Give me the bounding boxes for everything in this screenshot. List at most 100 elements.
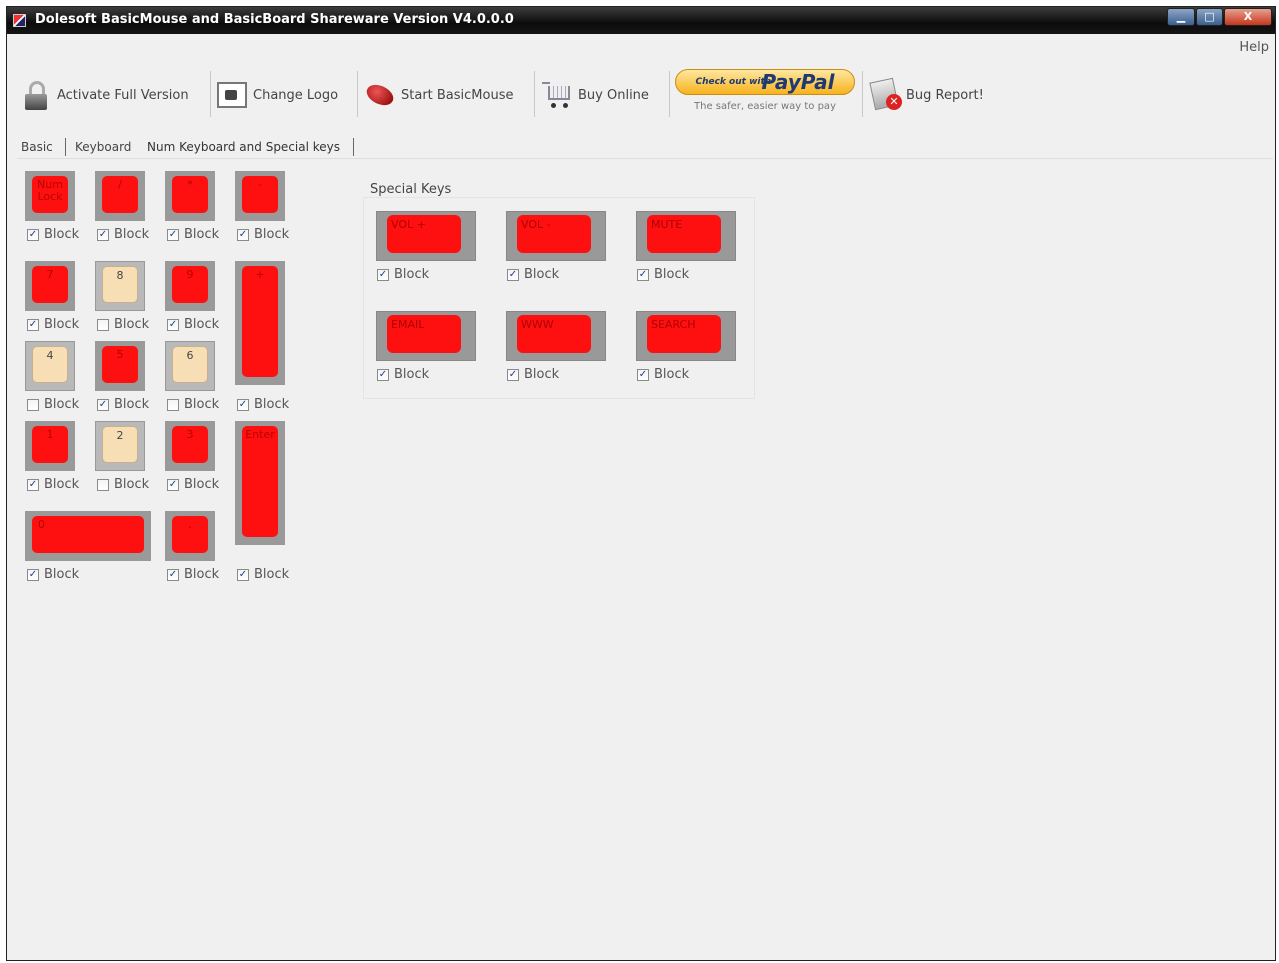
checkbox[interactable]: ✓ bbox=[507, 268, 519, 281]
block-label: Block bbox=[44, 227, 80, 242]
tab-basic[interactable]: Basic bbox=[21, 140, 53, 154]
key-label: VOL - bbox=[517, 215, 591, 253]
checkbox[interactable]: ✓ bbox=[237, 568, 249, 581]
block-checkbox-minus[interactable]: ✓ Block bbox=[237, 227, 289, 242]
checkbox[interactable]: ✓ bbox=[377, 368, 389, 381]
checkbox[interactable] bbox=[27, 398, 39, 411]
block-checkbox-1[interactable]: ✓ Block bbox=[27, 477, 79, 492]
app-window: Dolesoft BasicMouse and BasicBoard Share… bbox=[6, 6, 1276, 961]
block-checkbox-6[interactable]: Block bbox=[167, 397, 219, 412]
checkbox[interactable]: ✓ bbox=[167, 478, 179, 491]
help-menu[interactable]: Help bbox=[1239, 40, 1269, 55]
checkbox[interactable]: ✓ bbox=[27, 568, 39, 581]
key-dot[interactable]: . bbox=[165, 511, 215, 561]
block-checkbox-8[interactable]: Block bbox=[97, 317, 149, 332]
maximize-button[interactable]: □ bbox=[1196, 8, 1223, 26]
checkbox[interactable]: ✓ bbox=[27, 228, 39, 241]
key-5[interactable]: 5 bbox=[95, 341, 145, 391]
key-6[interactable]: 6 bbox=[165, 341, 215, 391]
block-label: Block bbox=[254, 397, 290, 412]
key-vol-up[interactable]: VOL + bbox=[376, 211, 476, 261]
start-basicmouse-button[interactable]: Start BasicMouse bbox=[363, 67, 514, 123]
block-label: Block bbox=[184, 317, 220, 332]
block-checkbox-7[interactable]: ✓ Block bbox=[27, 317, 79, 332]
block-checkbox-search[interactable]: ✓ Block bbox=[637, 367, 689, 382]
block-label: Block bbox=[184, 477, 220, 492]
app-icon bbox=[13, 14, 26, 27]
block-checkbox-www[interactable]: ✓ Block bbox=[507, 367, 559, 382]
block-checkbox-divide[interactable]: ✓ Block bbox=[97, 227, 149, 242]
key-numlock[interactable]: Num Lock bbox=[25, 171, 75, 221]
block-checkbox-email[interactable]: ✓ Block bbox=[377, 367, 429, 382]
block-checkbox-4[interactable]: Block bbox=[27, 397, 79, 412]
tab-keyboard[interactable]: Keyboard bbox=[75, 140, 131, 154]
checkbox[interactable]: ✓ bbox=[167, 228, 179, 241]
mouse-icon bbox=[363, 78, 397, 112]
checkbox[interactable]: ✓ bbox=[167, 568, 179, 581]
buy-online-button[interactable]: Buy Online bbox=[540, 67, 649, 123]
key-divide[interactable]: / bbox=[95, 171, 145, 221]
activate-full-version-button[interactable]: Activate Full Version bbox=[19, 67, 189, 123]
key-0[interactable]: 0 bbox=[25, 511, 151, 561]
key-enter[interactable]: Enter bbox=[235, 421, 285, 545]
block-label: Block bbox=[524, 267, 560, 282]
block-checkbox-9[interactable]: ✓ Block bbox=[167, 317, 219, 332]
block-label: Block bbox=[524, 367, 560, 382]
key-4[interactable]: 4 bbox=[25, 341, 75, 391]
key-www[interactable]: WWW bbox=[506, 311, 606, 361]
key-7[interactable]: 7 bbox=[25, 261, 75, 311]
key-label: 7 bbox=[32, 266, 68, 303]
key-2[interactable]: 2 bbox=[95, 421, 145, 471]
checkbox[interactable]: ✓ bbox=[507, 368, 519, 381]
key-mute[interactable]: MUTE bbox=[636, 211, 736, 261]
minimize-button[interactable]: ▁ bbox=[1167, 8, 1195, 26]
checkbox[interactable] bbox=[97, 318, 109, 331]
block-checkbox-dot[interactable]: ✓ Block bbox=[167, 567, 219, 582]
bug-report-button[interactable]: ✕ Bug Report! bbox=[868, 67, 984, 123]
key-9[interactable]: 9 bbox=[165, 261, 215, 311]
checkbox[interactable] bbox=[97, 478, 109, 491]
checkbox[interactable]: ✓ bbox=[237, 398, 249, 411]
checkbox[interactable]: ✓ bbox=[377, 268, 389, 281]
change-logo-button[interactable]: Change Logo bbox=[215, 67, 338, 123]
block-label: Block bbox=[44, 567, 80, 582]
paypal-checkout-button[interactable]: Check out with PayPal The safer, easier … bbox=[675, 67, 855, 123]
block-checkbox-3[interactable]: ✓ Block bbox=[167, 477, 219, 492]
key-label: WWW bbox=[517, 315, 591, 353]
checkbox[interactable]: ✓ bbox=[637, 368, 649, 381]
key-label: 9 bbox=[172, 266, 208, 303]
tab-num-keyboard-special-keys[interactable]: Num Keyboard and Special keys bbox=[147, 140, 340, 154]
block-checkbox-mute[interactable]: ✓ Block bbox=[637, 267, 689, 282]
checkbox[interactable]: ✓ bbox=[237, 228, 249, 241]
checkbox[interactable]: ✓ bbox=[167, 318, 179, 331]
checkbox[interactable]: ✓ bbox=[637, 268, 649, 281]
block-checkbox-vol-up[interactable]: ✓ Block bbox=[377, 267, 429, 282]
block-label: Block bbox=[114, 227, 150, 242]
close-button[interactable]: X bbox=[1224, 8, 1272, 26]
block-checkbox-vol-down[interactable]: ✓ Block bbox=[507, 267, 559, 282]
checkbox[interactable] bbox=[167, 398, 179, 411]
checkbox[interactable]: ✓ bbox=[97, 228, 109, 241]
key-8[interactable]: 8 bbox=[95, 261, 145, 311]
key-vol-down[interactable]: VOL - bbox=[506, 211, 606, 261]
key-label: Enter bbox=[242, 426, 278, 537]
key-minus[interactable]: - bbox=[235, 171, 285, 221]
block-checkbox-plus[interactable]: ✓ Block bbox=[237, 397, 289, 412]
activate-label: Activate Full Version bbox=[57, 87, 189, 103]
checkbox[interactable]: ✓ bbox=[97, 398, 109, 411]
key-3[interactable]: 3 bbox=[165, 421, 215, 471]
key-plus[interactable]: + bbox=[235, 261, 285, 385]
checkbox[interactable]: ✓ bbox=[27, 478, 39, 491]
checkbox[interactable]: ✓ bbox=[27, 318, 39, 331]
key-email[interactable]: EMAIL bbox=[376, 311, 476, 361]
block-checkbox-5[interactable]: ✓ Block bbox=[97, 397, 149, 412]
block-checkbox-multiply[interactable]: ✓ Block bbox=[167, 227, 219, 242]
block-label: Block bbox=[184, 567, 220, 582]
key-multiply[interactable]: * bbox=[165, 171, 215, 221]
key-1[interactable]: 1 bbox=[25, 421, 75, 471]
block-checkbox-2[interactable]: Block bbox=[97, 477, 149, 492]
block-checkbox-0[interactable]: ✓ Block bbox=[27, 567, 79, 582]
key-search[interactable]: SEARCH bbox=[636, 311, 736, 361]
block-checkbox-numlock[interactable]: ✓ Block bbox=[27, 227, 79, 242]
block-checkbox-enter[interactable]: ✓ Block bbox=[237, 567, 289, 582]
